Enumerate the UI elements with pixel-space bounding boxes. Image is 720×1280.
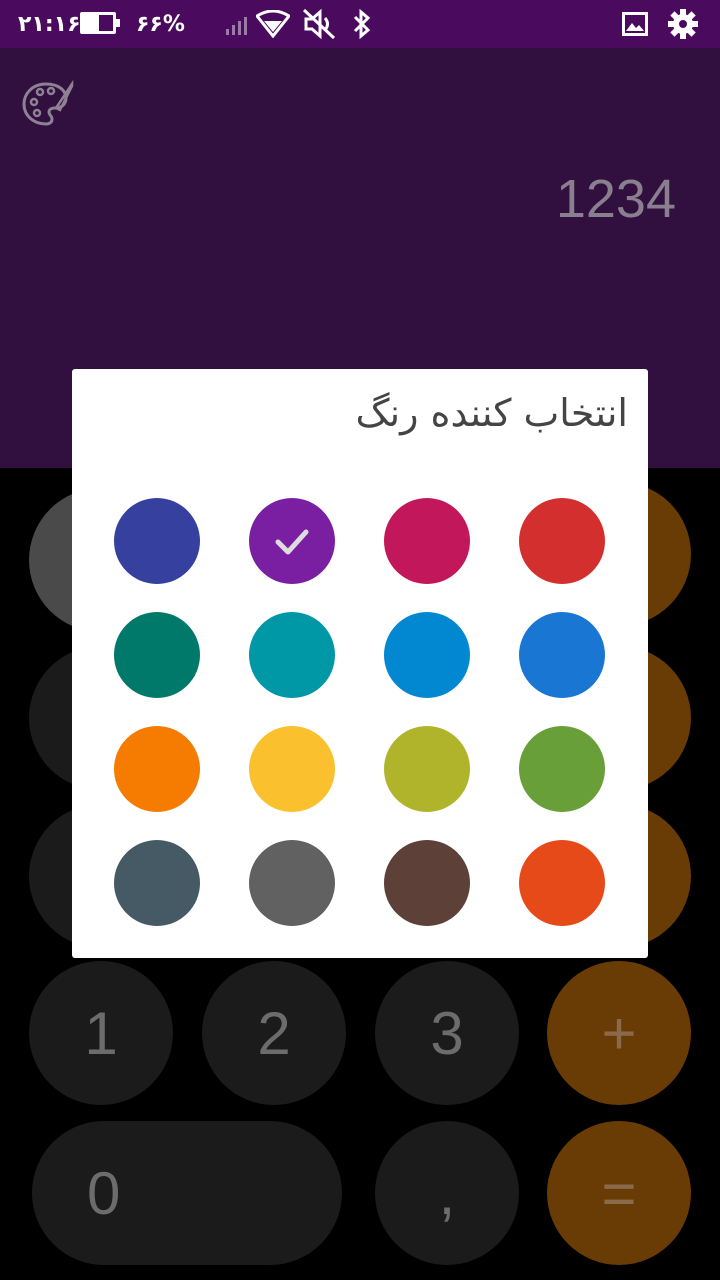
wifi-icon (256, 0, 290, 48)
color-swatch[interactable] (114, 498, 200, 584)
color-swatch[interactable] (519, 498, 605, 584)
key-equals[interactable]: = (547, 1121, 691, 1265)
color-swatch[interactable] (519, 612, 605, 698)
color-swatch[interactable] (249, 726, 335, 812)
battery-percent: ۶۶% (136, 11, 185, 37)
color-swatch[interactable] (384, 498, 470, 584)
gallery-icon (622, 0, 648, 48)
key-1[interactable]: 1 (29, 961, 173, 1105)
color-swatch[interactable] (384, 840, 470, 926)
display-value: 1234 (555, 169, 676, 229)
key-comma[interactable]: , (375, 1121, 519, 1265)
status-bar: ۲۱:۱۶ ۶۶% (0, 0, 720, 48)
bluetooth-icon (352, 0, 372, 48)
status-time: ۲۱:۱۶ (18, 11, 81, 37)
mute-icon (302, 0, 336, 48)
key-plus[interactable]: + (547, 961, 691, 1105)
color-swatch[interactable] (249, 840, 335, 926)
color-swatch[interactable] (114, 726, 200, 812)
signal-icon (226, 0, 252, 48)
key-0[interactable]: 0 (32, 1121, 342, 1265)
color-swatch[interactable] (384, 726, 470, 812)
color-swatch[interactable] (114, 840, 200, 926)
color-picker-dialog: انتخاب کننده رنگ (72, 369, 648, 958)
battery-icon (80, 12, 122, 36)
palette-icon[interactable] (22, 79, 74, 128)
color-swatch[interactable] (384, 612, 470, 698)
color-swatch[interactable] (519, 840, 605, 926)
color-swatch[interactable] (249, 498, 335, 584)
key-2[interactable]: 2 (202, 961, 346, 1105)
dialog-title: انتخاب کننده رنگ (355, 391, 628, 435)
color-swatch[interactable] (114, 612, 200, 698)
check-icon (275, 529, 309, 555)
color-swatch[interactable] (519, 726, 605, 812)
color-swatch[interactable] (249, 612, 335, 698)
key-3[interactable]: 3 (375, 961, 519, 1105)
gear-icon (668, 0, 698, 48)
